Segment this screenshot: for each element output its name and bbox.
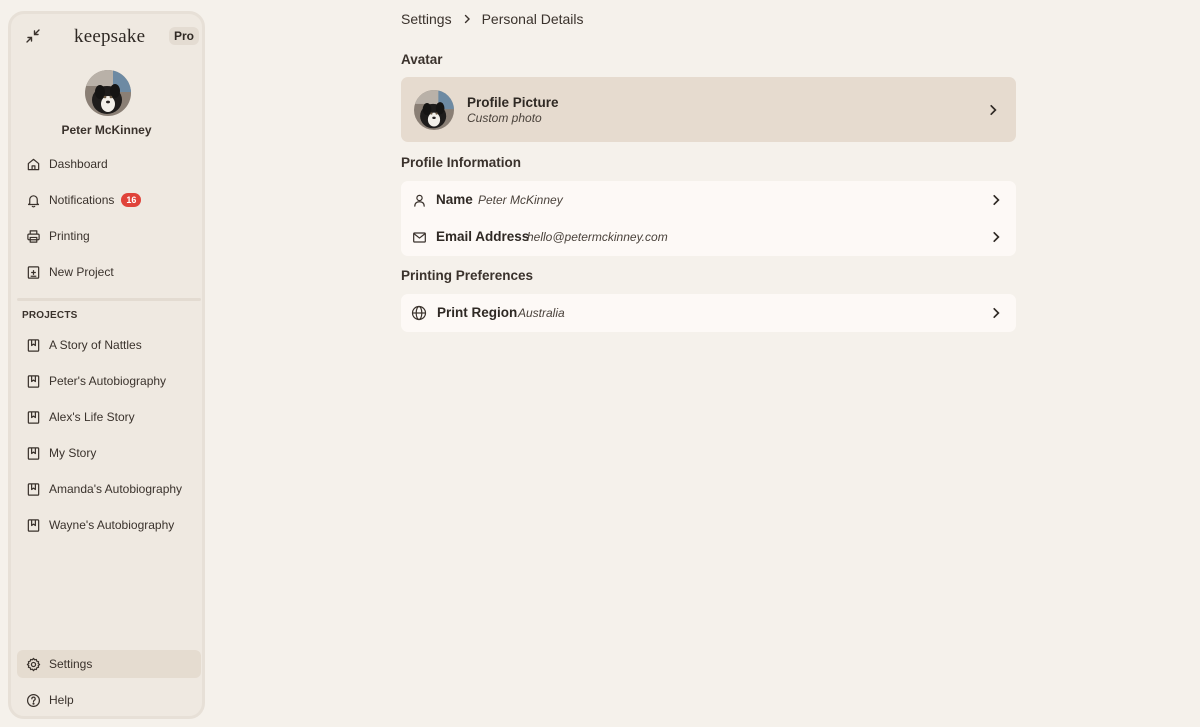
chevron-right-icon: [989, 230, 1003, 244]
sidebar: keepsake Pro Peter McKinney Dashboard No…: [8, 11, 205, 719]
print-region-value: Australia: [518, 306, 565, 320]
printing-prefs-card: Print Region Australia: [401, 294, 1016, 332]
printing-prefs-section-title: Printing Preferences: [401, 268, 534, 283]
chevron-right-icon: [989, 193, 1003, 207]
project-item-label: My Story: [49, 446, 97, 460]
print-region-label: Print Region: [437, 305, 518, 320]
book-bookmark-icon: [25, 517, 41, 533]
book-bookmark-icon: [25, 445, 41, 461]
book-bookmark-icon: [25, 409, 41, 425]
gear-icon: [25, 656, 41, 672]
project-item[interactable]: Wayne's Autobiography: [17, 511, 201, 539]
name-label: Name: [436, 192, 473, 207]
profile-picture-title: Profile Picture: [467, 95, 559, 110]
email-value: hello@petermckinney.com: [527, 230, 668, 244]
chevron-right-icon: [986, 103, 1000, 117]
plan-badge: Pro: [169, 27, 200, 45]
globe-icon: [411, 305, 427, 321]
project-item[interactable]: Alex's Life Story: [17, 403, 201, 431]
chevron-right-icon: [462, 14, 472, 24]
profile-info-card: Name Peter McKinney Email Address hello@…: [401, 181, 1016, 256]
book-bookmark-icon: [25, 337, 41, 353]
bell-icon: [25, 192, 41, 208]
project-item-label: Wayne's Autobiography: [49, 518, 175, 532]
nav-settings-label: Settings: [49, 657, 93, 671]
nav-new-project-label: New Project: [49, 265, 114, 279]
person-icon: [411, 192, 427, 208]
email-row[interactable]: Email Address hello@petermckinney.com: [401, 218, 1016, 256]
add-document-icon: [25, 264, 41, 280]
sidebar-divider: [17, 298, 201, 301]
name-value: Peter McKinney: [478, 193, 563, 207]
project-item[interactable]: A Story of Nattles: [17, 331, 201, 359]
nav-settings[interactable]: Settings: [17, 650, 201, 678]
nav-dashboard-label: Dashboard: [49, 157, 108, 171]
avatar-section-title: Avatar: [401, 52, 443, 67]
nav-dashboard[interactable]: Dashboard: [17, 150, 201, 178]
profile-picture-subtitle: Custom photo: [467, 111, 542, 125]
home-icon: [25, 156, 41, 172]
user-name: Peter McKinney: [61, 123, 152, 137]
projects-section-label: PROJECTS: [22, 310, 78, 321]
question-circle-icon: [25, 692, 41, 708]
book-bookmark-icon: [25, 481, 41, 497]
collapse-icon[interactable]: [23, 26, 43, 46]
project-item-label: Amanda's Autobiography: [49, 482, 183, 496]
app-logo: keepsake: [74, 26, 146, 47]
nav-printing[interactable]: Printing: [17, 222, 201, 250]
breadcrumb-settings-link[interactable]: Settings: [401, 11, 452, 27]
project-item-label: Alex's Life Story: [49, 410, 135, 424]
name-row[interactable]: Name Peter McKinney: [401, 181, 1016, 219]
nav-notifications-label: Notifications: [49, 193, 115, 207]
project-item-label: Peter's Autobiography: [49, 374, 167, 388]
nav-help-label: Help: [49, 693, 74, 707]
breadcrumb-current: Personal Details: [481, 11, 584, 27]
profile-info-section-title: Profile Information: [401, 155, 522, 170]
nav-notifications[interactable]: Notifications 16: [17, 186, 201, 214]
printer-icon: [25, 228, 41, 244]
project-item[interactable]: Amanda's Autobiography: [17, 475, 201, 503]
profile-picture-card[interactable]: Profile Picture Custom photo: [401, 77, 1016, 142]
nav-help[interactable]: Help: [17, 686, 201, 714]
nav-new-project[interactable]: New Project: [17, 258, 201, 286]
book-bookmark-icon: [25, 373, 41, 389]
project-item[interactable]: Peter's Autobiography: [17, 367, 201, 395]
mail-icon: [411, 229, 427, 245]
project-item[interactable]: My Story: [17, 439, 201, 467]
notifications-count-badge: 16: [121, 193, 142, 207]
profile-picture-thumbnail: [414, 90, 454, 130]
print-region-row[interactable]: Print Region Australia: [401, 294, 1016, 332]
breadcrumb: Settings Personal Details: [401, 11, 584, 27]
user-avatar[interactable]: [85, 70, 131, 116]
project-item-label: A Story of Nattles: [49, 338, 142, 352]
chevron-right-icon: [989, 306, 1003, 320]
nav-printing-label: Printing: [49, 229, 90, 243]
email-label: Email Address: [436, 229, 530, 244]
